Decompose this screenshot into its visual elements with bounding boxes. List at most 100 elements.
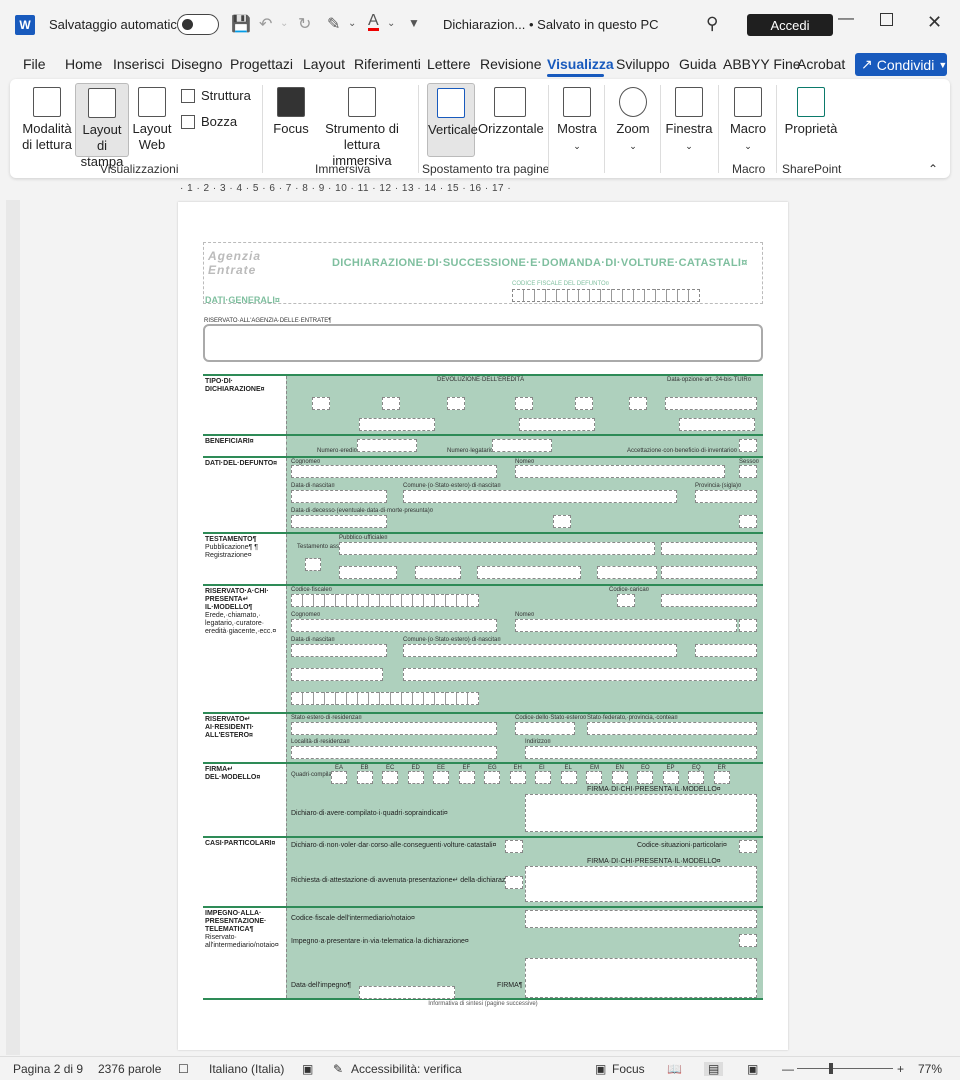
signature-field[interactable] (525, 866, 757, 902)
checkbox-field[interactable] (739, 515, 757, 528)
pubblico-ufficiale-field[interactable] (339, 542, 655, 555)
tab-home[interactable]: Home (65, 56, 102, 72)
font-color-icon[interactable]: A (368, 13, 379, 31)
checkbox-field[interactable] (382, 397, 400, 410)
font-color-dropdown-icon[interactable]: ⌄ (387, 18, 395, 29)
properties-button[interactable]: Proprietà (784, 87, 838, 137)
tab-references[interactable]: Riferimenti (354, 56, 421, 72)
checkbox-field[interactable] (629, 397, 647, 410)
tab-layout[interactable]: Layout (303, 56, 345, 72)
codice-carica-field[interactable] (617, 594, 635, 607)
zoom-level[interactable]: 77% (918, 1062, 942, 1076)
cognome-field[interactable] (291, 619, 497, 632)
quadro-checkbox[interactable] (331, 771, 347, 784)
tab-view[interactable]: Visualizza (547, 56, 614, 72)
collapse-ribbon-icon[interactable]: ⌃ (928, 162, 938, 176)
focus-mode-button[interactable]: Focus (612, 1062, 645, 1076)
accettazione-field[interactable] (739, 439, 757, 452)
tab-abbyy[interactable]: ABBYY Fine (723, 56, 801, 72)
cf-boxes[interactable] (512, 289, 700, 302)
customize-toolbar-icon[interactable]: ▼ (408, 16, 420, 30)
quadro-checkbox[interactable] (586, 771, 602, 784)
proofing-icon[interactable]: ☐ (178, 1062, 189, 1076)
nome-field[interactable] (515, 619, 737, 632)
minimize-icon[interactable]: — (838, 10, 854, 28)
text-field[interactable] (477, 566, 581, 579)
print-layout-icon[interactable]: ▤ (704, 1062, 724, 1076)
side-to-side-button[interactable]: Orizzontale (478, 87, 544, 137)
quadro-checkbox[interactable] (688, 771, 704, 784)
language[interactable]: Italiano (Italia) (209, 1062, 284, 1076)
zoom-in-icon[interactable]: + (897, 1062, 904, 1076)
checkbox-field[interactable] (575, 397, 593, 410)
zoom-slider-thumb[interactable] (829, 1063, 833, 1074)
show-button[interactable]: Mostra ⌄ (556, 87, 598, 154)
text-field[interactable] (359, 418, 435, 431)
document-page[interactable]: Agenzia Entrate DICHIARAZIONE·DI·SUCCESS… (178, 202, 788, 1050)
nome-field[interactable] (515, 465, 725, 478)
vertical-button[interactable]: Verticale (427, 83, 478, 157)
tab-draw[interactable]: Disegno (171, 56, 222, 72)
highlighter-icon[interactable]: ✎ (327, 14, 340, 34)
stato-estero-field[interactable] (291, 722, 497, 735)
quadro-checkbox[interactable] (484, 771, 500, 784)
codice-fiscale-field[interactable] (291, 594, 479, 607)
text-field[interactable] (597, 566, 657, 579)
quadro-checkbox[interactable] (560, 771, 577, 784)
data-nascita-field[interactable] (291, 644, 387, 657)
text-field[interactable] (679, 418, 755, 431)
indirizzo-field[interactable] (525, 746, 757, 759)
comune-nascita-field[interactable] (403, 490, 677, 503)
print-layout-button[interactable]: Layout di stampa (75, 83, 129, 169)
quadro-checkbox[interactable] (713, 771, 730, 784)
quadro-checkbox[interactable] (637, 771, 653, 784)
numero-legatari-field[interactable] (492, 439, 552, 452)
quadro-checkbox[interactable] (662, 771, 679, 784)
focus-button[interactable]: Focus (272, 87, 310, 137)
read-mode-icon[interactable]: 📖 (667, 1062, 682, 1076)
accessibility-check[interactable]: Accessibilità: verifica (351, 1062, 462, 1076)
save-icon[interactable]: 💾 (231, 14, 251, 34)
close-icon[interactable]: ✕ (927, 12, 942, 33)
web-layout-icon[interactable]: ▣ (747, 1062, 758, 1076)
quadro-checkbox[interactable] (407, 771, 424, 784)
stato-federato-field[interactable] (587, 722, 757, 735)
text-field[interactable] (339, 566, 397, 579)
checkbox-field[interactable] (312, 397, 330, 410)
data-impegno-field[interactable] (359, 986, 455, 999)
tab-insert[interactable]: Inserisci (113, 56, 164, 72)
checkbox-field[interactable] (505, 876, 523, 889)
numero-eredi-field[interactable] (357, 439, 417, 452)
codice-fiscale-field[interactable] (291, 692, 479, 705)
tab-review[interactable]: Revisione (480, 56, 541, 72)
tab-file[interactable]: File (23, 56, 46, 72)
zoom-button[interactable]: Zoom ⌄ (612, 87, 654, 154)
codice-situazioni-field[interactable] (739, 840, 757, 853)
maximize-icon[interactable] (880, 13, 893, 26)
quadro-checkbox[interactable] (509, 771, 526, 784)
date-field[interactable] (661, 542, 757, 555)
zoom-slider[interactable] (797, 1068, 893, 1069)
page-count[interactable]: Pagina 2 di 9 (13, 1062, 83, 1076)
quadro-checkbox[interactable] (433, 771, 449, 784)
macro-button[interactable]: Macro ⌄ (726, 87, 770, 154)
date-field[interactable] (661, 566, 757, 579)
undo-dropdown-icon[interactable]: ⌄ (280, 18, 288, 29)
web-layout-button[interactable]: Layout Web (132, 87, 172, 153)
signature-field[interactable] (525, 958, 757, 998)
text-predictions-icon[interactable]: ▣ (302, 1062, 313, 1076)
horizontal-ruler[interactable]: · 1 · 2 · 3 · 4 · 5 · 6 · 7 · 8 · 9 · 10… (180, 182, 760, 198)
sesso-field[interactable] (739, 619, 757, 632)
window-button[interactable]: Finestra ⌄ (665, 87, 713, 154)
tab-help[interactable]: Guida (679, 56, 716, 72)
vertical-ruler[interactable] (6, 200, 20, 1055)
comune-nascita-field[interactable] (403, 644, 677, 657)
localita-field[interactable] (291, 746, 497, 759)
highlighter-dropdown-icon[interactable]: ⌄ (348, 18, 356, 29)
cognome-field[interactable] (291, 465, 497, 478)
undo-icon[interactable]: ↶ (259, 14, 272, 34)
tab-mailings[interactable]: Lettere (427, 56, 471, 72)
quadro-checkbox[interactable] (382, 771, 398, 784)
reserved-agency-box[interactable] (203, 324, 763, 362)
codice-fiscale-intermediario-field[interactable] (525, 910, 757, 928)
